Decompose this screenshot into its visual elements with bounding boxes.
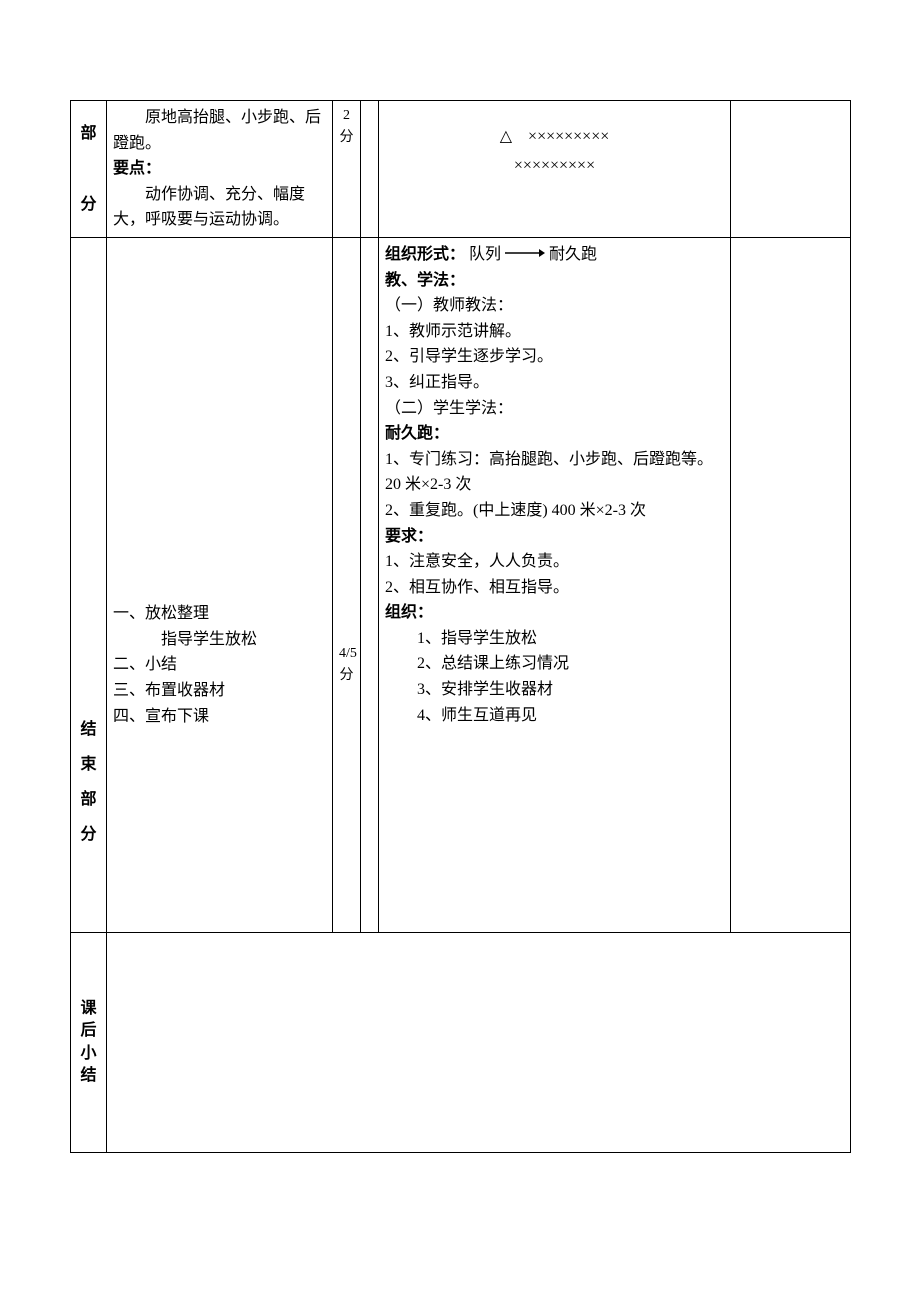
method-cell: 组织形式： 队列 耐久跑 教、学法： （一）教师教法： 1、教师示范讲解。 2、… <box>379 237 731 932</box>
content-cell-end: 一、放松整理 指导学生放松 二、小结 三、布置收器材 四、宣布下课 <box>107 237 333 932</box>
section-char: 束 <box>77 747 100 782</box>
req-label: 要求： <box>385 524 724 550</box>
list-item: 2、相互协作、相互指导。 <box>385 575 724 601</box>
time-value: 2分 <box>340 108 354 145</box>
time-value: 4/5分 <box>339 646 357 683</box>
org-label: 组织形式： <box>385 246 465 263</box>
lesson-plan-table: 部 分 原地高抬腿、小步跑、后蹬跑。 要点： 动作协调、充分、幅度大，呼吸要与运… <box>70 100 851 1153</box>
section-char: 课 <box>77 998 100 1020</box>
formation-diagram-line: △ ××××××××× <box>385 123 724 152</box>
org-label2: 组织： <box>385 600 724 626</box>
section-label-end: 结 束 部 分 <box>71 237 107 932</box>
list-item: 3、纠正指导。 <box>385 370 724 396</box>
summary-cell <box>107 933 851 1153</box>
points-label: 要点： <box>113 156 326 182</box>
section-char: 结 <box>77 712 100 747</box>
empty-cell <box>731 101 851 238</box>
student-label: （二）学生学法： <box>385 396 724 422</box>
empty-cell <box>731 237 851 932</box>
section-char: 部 <box>77 116 100 151</box>
list-item: 3、安排学生收器材 <box>385 677 724 703</box>
section-label-summary: 课 后 小 结 <box>71 933 107 1153</box>
section-char: 后 <box>77 1020 100 1042</box>
section-char: 分 <box>77 187 100 222</box>
list-item: 4、师生互道再见 <box>385 703 724 729</box>
org-after: 耐久跑 <box>549 246 597 263</box>
list-item: 2、总结课上练习情况 <box>385 651 724 677</box>
formation-diagram-line: ××××××××× <box>385 152 724 181</box>
list-item: 一、放松整理 <box>113 601 326 627</box>
list-item: 二、小结 <box>113 652 326 678</box>
list-item: 1、注意安全，人人负责。 <box>385 549 724 575</box>
table-row: 部 分 原地高抬腿、小步跑、后蹬跑。 要点： 动作协调、充分、幅度大，呼吸要与运… <box>71 101 851 238</box>
time-cell-end: 4/5分 <box>333 237 361 932</box>
method-label: 教、学法： <box>385 268 724 294</box>
section-char: 结 <box>77 1065 100 1087</box>
separator-cell <box>361 237 379 932</box>
list-item: 2、引导学生逐步学习。 <box>385 344 724 370</box>
list-item: 1、指导学生放松 <box>385 626 724 652</box>
separator-cell <box>361 101 379 238</box>
list-item: 1、教师示范讲解。 <box>385 319 724 345</box>
section-char: 部 <box>77 782 100 817</box>
diagram-cell: △ ××××××××× ××××××××× <box>379 101 731 238</box>
list-item: 2、重复跑。(中上速度) 400 米×2-3 次 <box>385 498 724 524</box>
list-item: 指导学生放松 <box>113 627 326 653</box>
list-item: 三、布置收器材 <box>113 678 326 704</box>
list-item: 四、宣布下课 <box>113 704 326 730</box>
points-text: 动作协调、充分、幅度大，呼吸要与运动协调。 <box>113 182 326 233</box>
run-label: 耐久跑： <box>385 421 724 447</box>
time-cell: 2分 <box>333 101 361 238</box>
list-item: 1、专门练习：高抬腿跑、小步跑、后蹬跑等。20 米×2-3 次 <box>385 447 724 498</box>
arrow-right-icon <box>505 247 545 259</box>
content-main: 原地高抬腿、小步跑、后蹬跑。 <box>113 105 326 156</box>
content-cell: 原地高抬腿、小步跑、后蹬跑。 要点： 动作协调、充分、幅度大，呼吸要与运动协调。 <box>107 101 333 238</box>
org-form-line: 组织形式： 队列 耐久跑 <box>385 242 724 268</box>
section-char: 小 <box>77 1043 100 1065</box>
table-row: 课 后 小 结 <box>71 933 851 1153</box>
org-before: 队列 <box>469 246 501 263</box>
section-label-part: 部 分 <box>71 101 107 238</box>
section-char: 分 <box>77 817 100 852</box>
teacher-label: （一）教师教法： <box>385 293 724 319</box>
